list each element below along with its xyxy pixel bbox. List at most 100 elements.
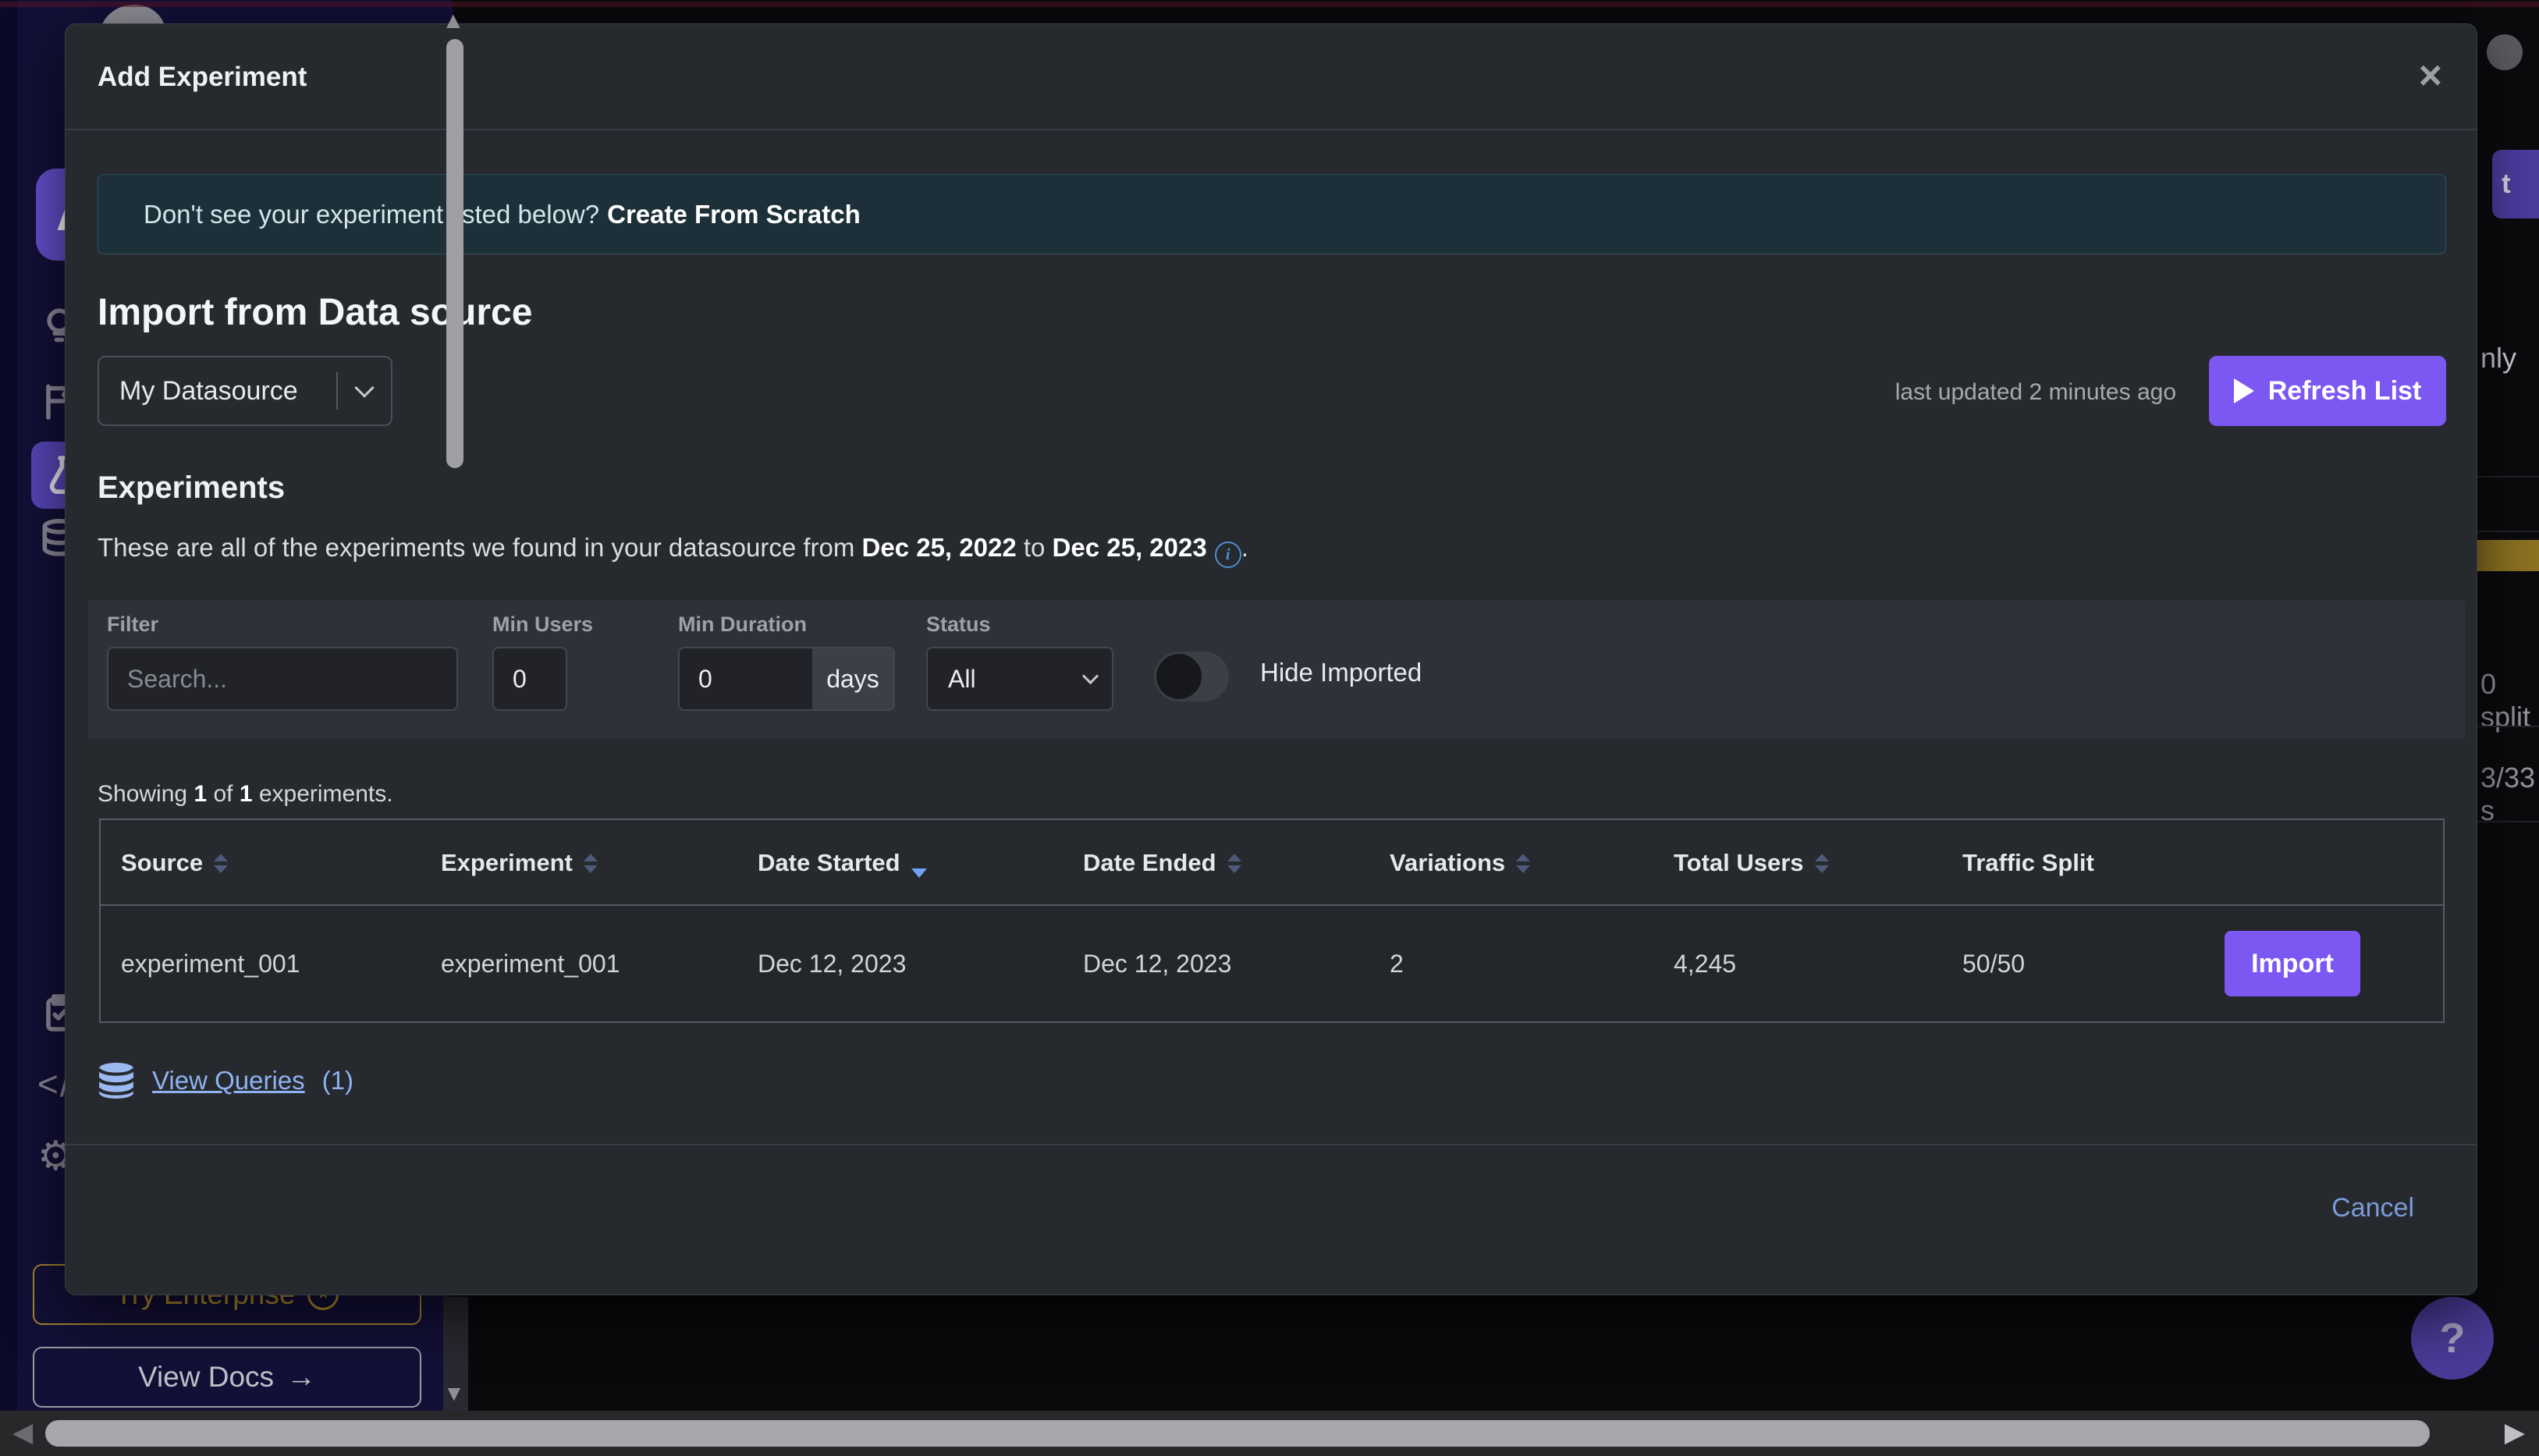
background-text-fragment: nly: [2480, 342, 2516, 375]
import-section-heading: Import from Data source: [98, 291, 532, 334]
refresh-list-button[interactable]: Refresh List: [2209, 356, 2446, 426]
background-page-strip: t nly 0 split 3/33 s: [2477, 0, 2539, 1456]
import-button[interactable]: Import: [2225, 931, 2360, 996]
table-header-row: Source Experiment Date Started Date Ende…: [101, 820, 2443, 906]
hide-imported-label: Hide Imported: [1260, 658, 1422, 687]
showing-prefix: Showing: [98, 781, 194, 807]
horizontal-scrollbar-track[interactable]: ◀ ▶: [0, 1411, 2539, 1456]
modal-title: Add Experiment: [98, 62, 307, 93]
toggle-knob: [1156, 654, 1202, 699]
cell-variations: 2: [1390, 906, 1404, 1021]
sort-desc-icon: [911, 868, 927, 878]
refresh-list-label: Refresh List: [2268, 376, 2422, 407]
datasource-value: My Datasource: [99, 376, 336, 407]
scroll-down-arrow[interactable]: ▼: [443, 1381, 465, 1406]
banner-text: Don't see your experiment listed below?: [144, 200, 599, 229]
sort-icon: [214, 854, 228, 873]
column-header-source[interactable]: Source: [121, 820, 228, 906]
cell-experiment: experiment_001: [441, 906, 620, 1021]
divider: [2477, 531, 2539, 532]
showing-middle: of: [207, 781, 240, 807]
description-suffix: .: [1241, 533, 1248, 562]
column-header-total-users[interactable]: Total Users: [1674, 820, 1829, 906]
create-from-scratch-link[interactable]: Create From Scratch: [607, 200, 861, 229]
scroll-up-arrow[interactable]: ▲: [442, 8, 465, 34]
close-icon[interactable]: ×: [2419, 52, 2442, 99]
column-header-traffic-split: Traffic Split: [1962, 820, 2094, 906]
filter-bar: Filter Min Users Min Duration Status day…: [88, 600, 2465, 739]
table-row: experiment_001 experiment_001 Dec 12, 20…: [101, 906, 2443, 1021]
cell-source: experiment_001: [121, 906, 300, 1021]
view-queries-count: (1): [322, 1066, 353, 1096]
showing-total: 1: [240, 781, 253, 807]
datasource-select[interactable]: My Datasource: [98, 356, 392, 426]
status-select[interactable]: All: [926, 647, 1113, 711]
cell-date-started: Dec 12, 2023: [758, 906, 906, 1021]
min-users-label: Min Users: [492, 613, 593, 637]
experiments-heading: Experiments: [98, 471, 285, 506]
sort-icon: [584, 854, 598, 873]
sort-icon: [1516, 854, 1530, 873]
view-queries[interactable]: View Queries (1): [98, 1062, 353, 1099]
date-to: Dec 25, 2023: [1053, 533, 1207, 562]
filter-label: Filter: [107, 613, 158, 637]
horizontal-scrollbar-thumb[interactable]: [45, 1420, 2430, 1447]
avatar-fragment: [2487, 34, 2523, 70]
min-duration-input[interactable]: [680, 648, 812, 709]
sidebar-edge: [0, 0, 17, 1456]
min-users-input[interactable]: [492, 647, 567, 711]
experiments-table: Source Experiment Date Started Date Ende…: [99, 819, 2445, 1023]
view-queries-link[interactable]: View Queries: [152, 1066, 305, 1096]
description-prefix: These are all of the experiments we foun…: [98, 533, 862, 562]
gold-row-fragment: [2477, 540, 2539, 571]
info-icon[interactable]: i: [1215, 542, 1241, 568]
date-from: Dec 25, 2022: [862, 533, 1017, 562]
min-duration-label: Min Duration: [678, 613, 807, 637]
scroll-right-arrow[interactable]: ▶: [2505, 1417, 2525, 1448]
status-label: Status: [926, 613, 991, 637]
help-button[interactable]: ?: [2411, 1297, 2494, 1380]
view-docs-button[interactable]: View Docs →: [33, 1347, 421, 1408]
divider: [2477, 726, 2539, 727]
arrow-right-icon: →: [286, 1361, 316, 1394]
cancel-button[interactable]: Cancel: [2331, 1193, 2414, 1223]
sort-icon: [1227, 854, 1241, 873]
database-icon: [98, 1062, 135, 1099]
showing-count-text: Showing 1 of 1 experiments.: [98, 781, 393, 808]
add-experiment-modal: Add Experiment × Don't see your experime…: [65, 23, 2477, 1295]
search-input[interactable]: [107, 647, 458, 711]
chevron-down-icon: [1082, 667, 1099, 684]
status-value: All: [928, 665, 1085, 694]
window-top-accent-line: [0, 2, 2539, 7]
scroll-left-arrow[interactable]: ◀: [12, 1417, 33, 1448]
footer-divider: [66, 1144, 2477, 1145]
column-header-date-ended[interactable]: Date Ended: [1083, 820, 1241, 906]
sort-icon: [1815, 854, 1829, 873]
min-duration-unit: days: [812, 648, 893, 709]
screen: A </ ⚙ Try Enterprise ★ View Docs → t: [0, 0, 2539, 1456]
column-header-date-started[interactable]: Date Started: [758, 820, 927, 906]
description-middle: to: [1017, 533, 1053, 562]
sidebar-scrollbar-thumb[interactable]: [446, 39, 463, 468]
showing-count: 1: [194, 781, 207, 807]
chevron-down-icon: [338, 387, 391, 395]
cell-date-ended: Dec 12, 2023: [1083, 906, 1231, 1021]
background-text-fragment: 0 split: [2480, 668, 2539, 733]
hide-imported-toggle[interactable]: [1154, 652, 1229, 701]
divider: [2477, 476, 2539, 478]
divider: [2477, 821, 2539, 822]
min-duration-group: days: [678, 647, 895, 711]
cell-traffic-split: 50/50: [1962, 906, 2025, 1021]
column-header-variations[interactable]: Variations: [1390, 820, 1530, 906]
background-text-fragment: 3/33 s: [2480, 762, 2539, 827]
column-header-experiment[interactable]: Experiment: [441, 820, 598, 906]
last-updated-text: last updated 2 minutes ago: [1813, 379, 2176, 406]
experiments-description: These are all of the experiments we foun…: [98, 533, 1248, 568]
question-mark-icon: ?: [2440, 1314, 2466, 1362]
play-icon: [2234, 378, 2254, 403]
cell-total-users: 4,245: [1674, 906, 1736, 1021]
showing-suffix: experiments.: [253, 781, 393, 807]
modal-header: Add Experiment ×: [66, 24, 2477, 130]
background-button-fragment: t: [2492, 150, 2539, 218]
view-docs-label: View Docs: [138, 1361, 274, 1394]
